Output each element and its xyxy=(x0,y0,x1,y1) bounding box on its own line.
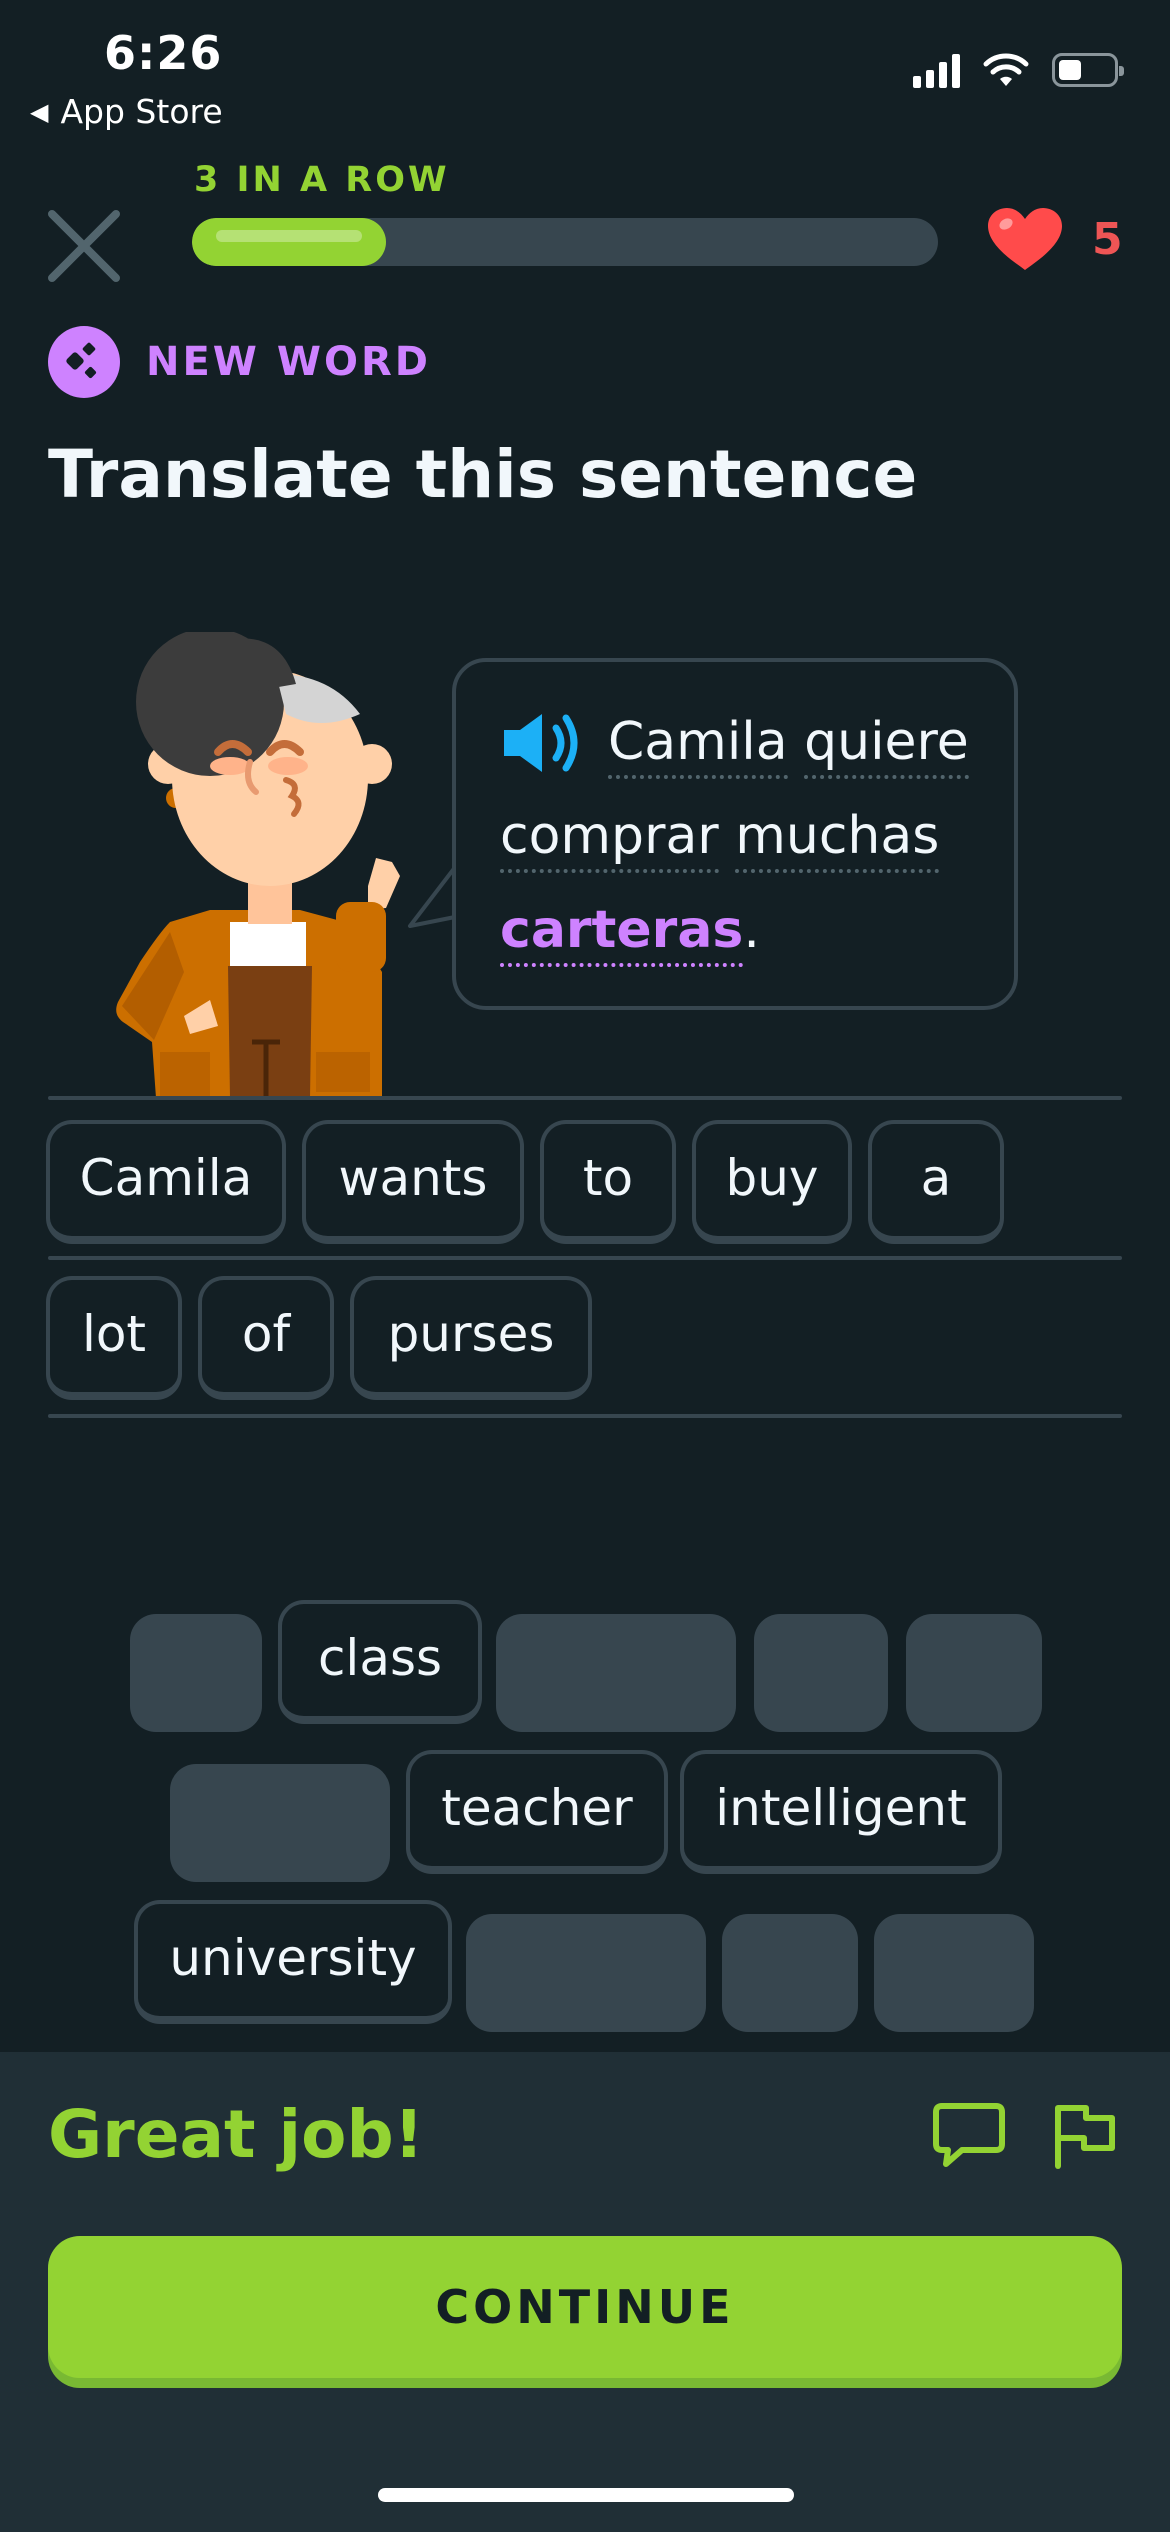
home-indicator[interactable] xyxy=(378,2488,794,2502)
cellular-signal-icon xyxy=(913,52,960,88)
status-icons xyxy=(913,52,1124,88)
answer-line-bottom xyxy=(48,1414,1122,1418)
word-bank-chip[interactable]: class xyxy=(278,1600,482,1724)
close-icon[interactable] xyxy=(44,206,124,286)
heart-icon xyxy=(988,208,1062,270)
speech-bubble: Camila quiere comprar muchas carteras. xyxy=(452,658,1018,1010)
answer-word-chip[interactable]: wants xyxy=(302,1120,524,1244)
word-bank-chip[interactable]: university xyxy=(134,1900,452,2024)
answer-word-chip[interactable]: Camila xyxy=(46,1120,286,1244)
prompt-line-3: carteras. xyxy=(500,900,760,967)
word-bank-empty-slot xyxy=(874,1914,1034,2032)
prompt-period: . xyxy=(743,900,760,960)
prompt-word[interactable]: Camila xyxy=(608,712,788,779)
report-flag-icon[interactable] xyxy=(1052,2100,1130,2170)
comment-icon[interactable] xyxy=(930,2100,1008,2170)
word-bank-empty-slot xyxy=(722,1914,858,2032)
answer-word-chip[interactable]: a xyxy=(868,1120,1004,1244)
streak-label: 3 IN A ROW xyxy=(194,160,450,200)
word-bank-empty-slot xyxy=(466,1914,706,2032)
answer-word-chip[interactable]: to xyxy=(540,1120,676,1244)
answer-line-middle xyxy=(48,1256,1122,1260)
answer-word-chip[interactable]: buy xyxy=(692,1120,852,1244)
word-bank-empty-slot xyxy=(130,1614,262,1732)
new-word-icon xyxy=(48,326,120,398)
word-bank-empty-slot xyxy=(754,1614,888,1732)
word-bank-empty-slot xyxy=(496,1614,736,1732)
answer-word-chip[interactable]: purses xyxy=(350,1276,592,1400)
lesson-progress-bar xyxy=(192,218,938,266)
back-to-app-store[interactable]: ◀ App Store xyxy=(30,92,223,131)
lesson-progress-fill xyxy=(192,218,386,266)
feedback-message: Great job! xyxy=(48,2096,424,2173)
word-bank-empty-slot xyxy=(170,1764,390,1882)
answer-word-chip[interactable]: of xyxy=(198,1276,334,1400)
hearts-count: 5 xyxy=(1092,213,1123,265)
prompt-line-1: Camila quiere xyxy=(608,712,969,779)
word-bank-empty-slot xyxy=(906,1614,1042,1732)
hearts-counter[interactable]: 5 xyxy=(986,206,1123,272)
character-illustration xyxy=(116,632,400,1098)
prompt-new-word[interactable]: carteras xyxy=(500,900,744,967)
back-app-label: App Store xyxy=(60,92,223,131)
wifi-icon xyxy=(983,53,1029,86)
prompt-word[interactable]: muchas xyxy=(735,806,940,873)
speaker-icon[interactable] xyxy=(500,710,584,776)
prompt-word[interactable]: comprar xyxy=(500,806,719,873)
word-bank-chip[interactable]: teacher xyxy=(406,1750,668,1874)
status-time: 6:26 xyxy=(104,26,223,80)
prompt-word[interactable]: quiere xyxy=(804,712,969,779)
new-word-label: NEW WORD xyxy=(146,339,431,385)
new-word-badge: NEW WORD xyxy=(48,326,431,398)
answer-line-top xyxy=(48,1096,1122,1100)
continue-button[interactable]: CONTINUE xyxy=(48,2236,1122,2378)
challenge-instruction: Translate this sentence xyxy=(48,436,918,513)
back-triangle-icon: ◀ xyxy=(30,97,49,126)
word-bank-chip[interactable]: intelligent xyxy=(680,1750,1002,1874)
answer-word-chip[interactable]: lot xyxy=(46,1276,182,1400)
prompt-line-2: comprar muchas xyxy=(500,806,940,873)
battery-icon xyxy=(1052,53,1124,87)
